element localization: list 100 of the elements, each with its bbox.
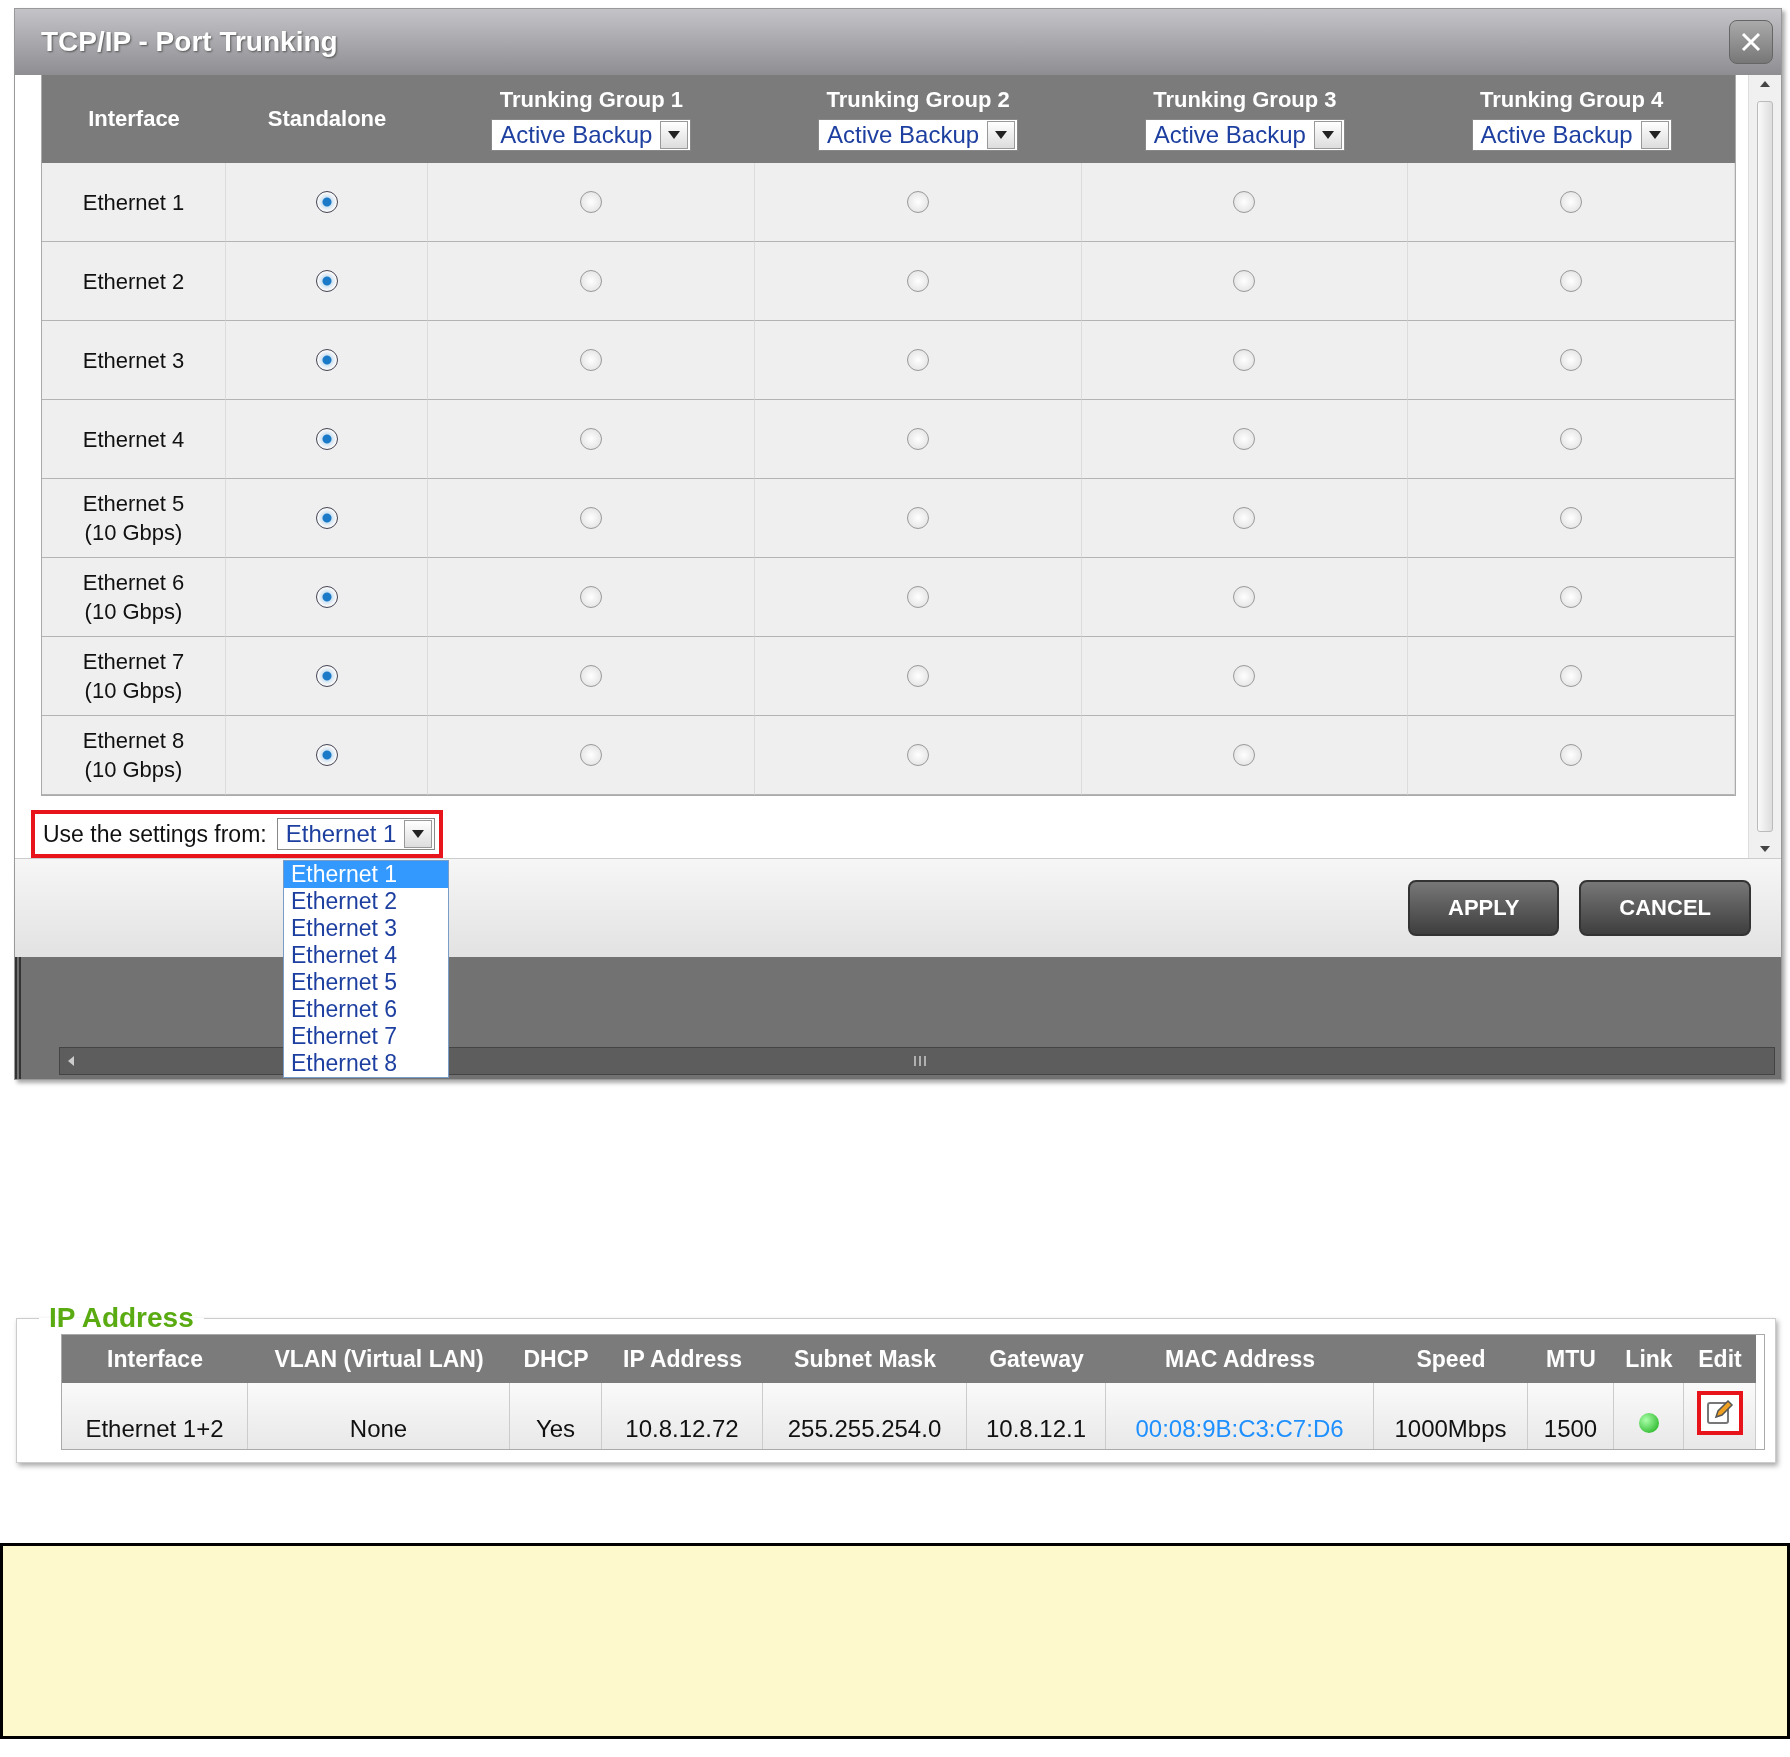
vertical-scrollbar[interactable] [1748,75,1781,858]
radio-button[interactable] [1560,507,1583,529]
radio-button[interactable] [1233,428,1256,450]
radio-button[interactable] [579,586,602,608]
radio-button[interactable] [1560,428,1583,450]
mode-dropdown[interactable]: Active Backup [1471,119,1672,151]
table-cell-text: Ethernet 1+2 [85,1415,224,1443]
radio-button[interactable] [906,349,929,371]
column-header: Interface [107,1345,203,1373]
column-header: VLAN (Virtual LAN) [274,1345,484,1373]
column-header: DHCP [523,1345,589,1373]
radio-button[interactable] [315,586,338,608]
table-cell-text: Yes [535,1415,576,1443]
radio-button[interactable] [1233,665,1256,687]
column-header: Interface [88,106,180,132]
radio-button[interactable] [579,507,602,529]
interface-name: Ethernet 1 [82,188,185,217]
radio-button[interactable] [315,428,338,450]
radio-button[interactable] [579,270,602,292]
scrollbar-thumb[interactable] [1757,101,1773,832]
radio-button[interactable] [906,586,929,608]
cancel-button[interactable]: CANCEL [1579,880,1751,936]
column-header: Edit [1698,1345,1742,1373]
column-header: Trunking Group 3 [1153,87,1337,113]
radio-button[interactable] [1560,270,1583,292]
radio-button[interactable] [579,744,602,766]
settings-label: Use the settings from: [43,820,267,848]
radio-button[interactable] [1233,191,1256,213]
window-title: TCP/IP - Port Trunking [41,26,338,58]
radio-button[interactable] [1560,349,1583,371]
interface-name: Ethernet 5 [82,490,185,518]
radio-button[interactable] [315,349,338,371]
column-header: MTU [1546,1345,1596,1373]
horizontal-scrollbar[interactable] [59,1047,1775,1075]
table-cell-text: 1500 [1543,1415,1598,1443]
table-cell-text: 10.8.12.72 [625,1415,739,1443]
apply-button[interactable]: APPLY [1408,880,1560,936]
left-arrow-icon [68,1056,74,1066]
column-header: Speed [1416,1345,1486,1373]
radio-button[interactable] [579,428,602,450]
column-header: Gateway [989,1345,1084,1373]
edit-button[interactable] [1696,1391,1743,1435]
interface-name: Ethernet 6 [82,569,185,597]
interface-name: Ethernet 4 [82,425,185,454]
panel-title: IP Address [48,1302,195,1334]
column-header: Trunking Group 4 [1479,87,1664,113]
pencil-icon [1705,1399,1734,1427]
radio-button[interactable] [579,191,602,213]
radio-button[interactable] [315,665,338,687]
interface-speed: (10 Gbps) [84,519,183,547]
radio-button[interactable] [579,665,602,687]
caret-icon [1321,131,1334,139]
grip-icon [914,1056,926,1066]
interface-name: Ethernet 3 [82,346,185,375]
table-cell-text: None [349,1415,408,1443]
radio-button[interactable] [906,665,929,687]
table-cell-text: 1000Mbps [1394,1415,1507,1443]
radio-button[interactable] [1233,586,1256,608]
radio-button[interactable] [906,428,929,450]
radio-button[interactable] [315,270,338,292]
caret-icon [412,830,425,838]
interface-name: Ethernet 8 [82,727,185,755]
radio-button[interactable] [906,270,929,292]
down-arrow-icon [1760,846,1770,852]
radio-button[interactable] [1560,586,1583,608]
radio-button[interactable] [315,507,338,529]
radio-button[interactable] [906,507,929,529]
caret-icon [995,131,1008,139]
interface-speed: (10 Gbps) [84,598,183,626]
settings-dropdown[interactable]: Ethernet 1 [276,818,436,850]
radio-button[interactable] [1233,270,1256,292]
radio-button[interactable] [1233,349,1256,371]
mode-dropdown[interactable]: Active Backup [818,119,1019,151]
column-header: MAC Address [1165,1345,1315,1373]
radio-button[interactable] [1233,507,1256,529]
radio-button[interactable] [579,349,602,371]
column-header: Trunking Group 2 [826,87,1010,113]
caret-icon [1648,131,1661,139]
radio-button[interactable] [1560,744,1583,766]
column-header: Link [1625,1345,1673,1373]
up-arrow-icon [1760,81,1770,87]
mode-dropdown[interactable]: Active Backup [1144,119,1345,151]
column-header: Standalone [267,106,387,132]
column-header: Subnet Mask [794,1345,936,1373]
radio-button[interactable] [906,744,929,766]
radio-button[interactable] [1233,744,1256,766]
mode-dropdown[interactable]: Active Backup [491,119,692,151]
column-header: IP Address [623,1345,742,1373]
radio-button[interactable] [315,191,338,213]
radio-button[interactable] [1560,191,1583,213]
column-header: Trunking Group 1 [499,87,684,113]
caret-icon [668,131,681,139]
radio-button[interactable] [315,744,338,766]
table-cell-text: 255.255.254.0 [787,1415,942,1443]
interface-speed: (10 Gbps) [84,677,183,705]
close-icon [1741,32,1761,52]
radio-button[interactable] [1560,665,1583,687]
radio-button[interactable] [906,191,929,213]
close-button[interactable] [1729,20,1773,64]
interface-name: Ethernet 2 [82,267,185,296]
